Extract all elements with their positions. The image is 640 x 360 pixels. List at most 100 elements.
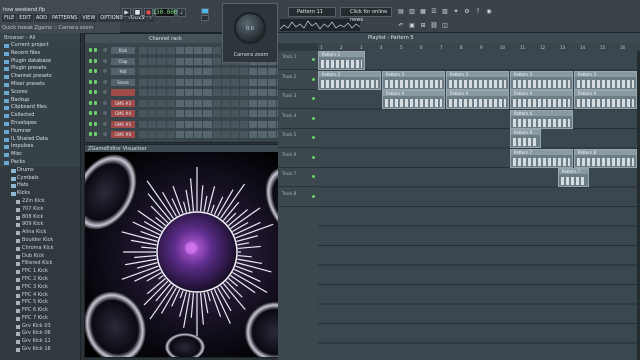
mute-led[interactable] <box>94 58 97 63</box>
step-button[interactable] <box>194 131 203 138</box>
step-button[interactable] <box>139 89 148 96</box>
pattern-clip[interactable]: Pattern 8 <box>574 148 637 168</box>
browser-item[interactable]: Backup <box>0 96 80 105</box>
menu-item[interactable]: FILE <box>2 14 17 22</box>
step-button[interactable] <box>175 78 184 86</box>
step-button[interactable] <box>184 57 194 65</box>
browser-item[interactable]: Drums <box>0 167 80 175</box>
track-mute-led[interactable] <box>312 175 315 178</box>
playlist-icon[interactable]: ▤ <box>397 7 405 15</box>
step-button[interactable] <box>258 131 267 138</box>
channel-name-button[interactable]: GMS #4 <box>111 110 135 117</box>
step-button[interactable] <box>157 57 166 65</box>
pattern-clip[interactable]: Pattern 4 <box>510 90 573 109</box>
step-button[interactable] <box>148 131 157 138</box>
step-button[interactable] <box>184 110 194 117</box>
step-button[interactable] <box>230 89 240 96</box>
step-button[interactable] <box>194 57 203 65</box>
channel-name-button[interactable]: GMS #3 <box>111 99 135 107</box>
step-button[interactable] <box>194 68 203 75</box>
track-mute-led[interactable] <box>312 136 315 139</box>
step-button[interactable] <box>166 120 175 128</box>
step-button[interactable] <box>166 57 175 65</box>
channel-volume-knob[interactable] <box>103 121 107 126</box>
step-button[interactable] <box>240 99 249 107</box>
browser-item[interactable]: Plugin database <box>0 57 80 66</box>
step-button[interactable] <box>249 131 258 138</box>
step-button[interactable] <box>212 89 221 96</box>
channel-mute-leds[interactable] <box>89 132 101 137</box>
menu-item[interactable]: OPTIONS <box>98 14 125 22</box>
track-mute-led[interactable] <box>312 97 315 100</box>
browser-item[interactable]: Plugin presets <box>0 65 80 74</box>
channel-name-button[interactable]: GMS #5 <box>111 120 135 128</box>
browser-item[interactable]: Kicks <box>0 190 80 198</box>
step-button[interactable] <box>258 110 267 117</box>
step-button[interactable] <box>249 78 258 86</box>
step-button[interactable] <box>240 89 249 96</box>
browser-item[interactable]: Boulder Kick <box>0 237 80 245</box>
pattern-clip[interactable]: Pattern 4 <box>574 90 637 109</box>
step-button[interactable] <box>212 131 221 138</box>
browser-item[interactable]: 808 Kick <box>0 214 80 222</box>
mute-led[interactable] <box>94 69 97 73</box>
step-button[interactable] <box>258 99 267 107</box>
step-button[interactable] <box>212 110 221 117</box>
channel-volume-knob[interactable] <box>103 69 107 73</box>
channel-rack-icon[interactable]: ▦ <box>419 7 427 15</box>
browser-item[interactable]: FPC 1 Kick <box>0 268 80 276</box>
undo-icon[interactable]: ↶ <box>397 21 405 29</box>
step-button[interactable] <box>203 120 212 128</box>
track-header[interactable]: Track 6 <box>278 149 318 168</box>
track-header[interactable]: Track 7 <box>278 168 318 187</box>
track-header[interactable]: Track 3 <box>278 90 318 109</box>
step-button[interactable] <box>184 120 194 128</box>
step-button[interactable] <box>203 57 212 65</box>
mute-led[interactable] <box>89 79 92 84</box>
step-button[interactable] <box>157 89 166 96</box>
mute-led[interactable] <box>89 90 92 94</box>
track-mute-led[interactable] <box>312 116 315 120</box>
channel-volume-knob[interactable] <box>103 58 107 63</box>
track-mute-led[interactable] <box>312 58 315 61</box>
pattern-selector[interactable]: Pattern 11 <box>288 7 336 17</box>
step-button[interactable] <box>139 57 148 65</box>
step-button[interactable] <box>221 89 230 96</box>
pattern-clip[interactable]: Pattern 6 <box>510 129 541 148</box>
browser-item[interactable]: 22in Kick <box>0 198 80 206</box>
step-button[interactable] <box>203 131 212 138</box>
track-header[interactable]: Track 8 <box>278 188 318 207</box>
stop-icon[interactable]: ■ <box>133 8 142 17</box>
step-button[interactable] <box>212 120 221 128</box>
browser-item[interactable]: 707 Kick <box>0 206 80 214</box>
channel-mute-leds[interactable] <box>89 69 101 74</box>
pattern-clip[interactable]: Pattern 4 <box>510 109 573 129</box>
step-button[interactable] <box>212 68 221 75</box>
browser-item[interactable]: FPC 4 Kick <box>0 292 80 300</box>
mute-led[interactable] <box>89 48 92 52</box>
settings-icon[interactable]: ⚙ <box>463 7 471 15</box>
mute-led[interactable] <box>94 111 97 115</box>
channel-mute-leds[interactable] <box>89 58 101 64</box>
step-button[interactable] <box>157 131 166 138</box>
browser-item[interactable]: Mixer presets <box>0 80 80 89</box>
track-header[interactable]: Track 2 <box>278 71 318 90</box>
browser-item[interactable]: Envelopes <box>0 119 80 128</box>
step-button[interactable] <box>203 47 212 54</box>
browser-item[interactable]: Recent files <box>0 49 80 58</box>
channel-volume-knob[interactable] <box>103 48 107 52</box>
step-button[interactable] <box>184 131 194 138</box>
step-button[interactable] <box>166 68 175 75</box>
step-button[interactable] <box>194 99 203 107</box>
pattern-song-switch[interactable] <box>201 8 209 21</box>
step-button[interactable] <box>240 78 249 86</box>
pattern-clip[interactable]: Pattern 7 <box>510 148 573 168</box>
browser-item[interactable]: Grv Kick 06 <box>0 330 80 338</box>
step-button[interactable] <box>194 78 203 86</box>
step-button[interactable] <box>175 89 184 96</box>
browser-item[interactable]: IL Shared Data <box>0 135 80 144</box>
channel-name-button[interactable]: Kick <box>111 47 135 54</box>
step-button[interactable] <box>203 99 212 107</box>
step-button[interactable] <box>184 99 194 107</box>
step-button[interactable] <box>148 89 157 96</box>
